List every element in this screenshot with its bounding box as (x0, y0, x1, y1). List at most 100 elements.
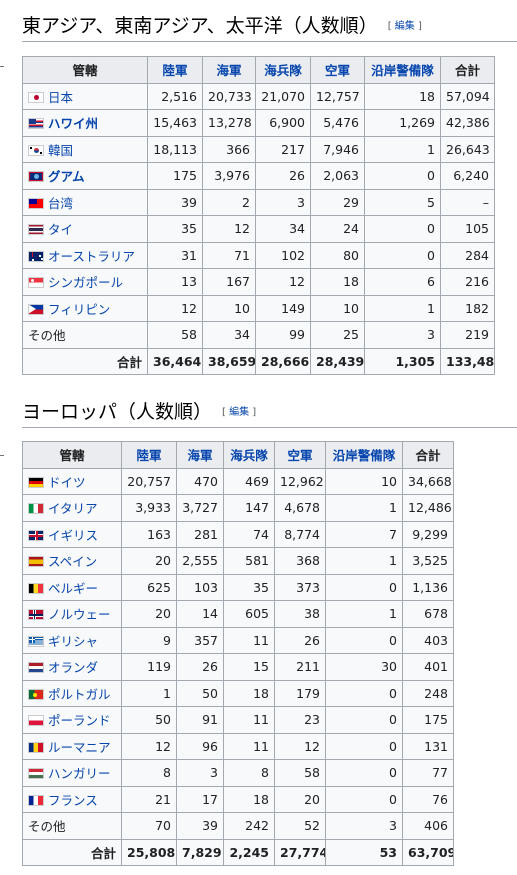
total-row: 合計 25,808 7,829 2,245 27,774 53 63,709 (22, 838, 454, 866)
jurisdiction-link[interactable]: 日本 (48, 90, 73, 105)
cell-marines: 605 (223, 600, 275, 628)
cell-marines: 242 (223, 812, 275, 840)
jurisdiction-link[interactable]: イタリア (48, 501, 98, 516)
cell-marines: 581 (223, 547, 275, 575)
cell-total: 9,299 (402, 520, 454, 548)
jurisdiction-link[interactable]: シンガポール (48, 275, 123, 290)
cell-army: 20 (121, 600, 177, 628)
jurisdiction-link[interactable]: ポルトガル (48, 687, 111, 702)
cell-total: 3,525 (402, 547, 454, 575)
cell-total: 678 (402, 600, 454, 628)
cell-total: 401 (402, 653, 454, 681)
cell-coast: 1,269 (364, 109, 441, 137)
total-coast: 53 (325, 838, 403, 866)
cell-navy: 20,733 (202, 82, 256, 110)
jurisdiction-link[interactable]: フランス (48, 793, 98, 808)
jurisdiction-cell: その他 (22, 812, 122, 840)
jurisdiction-link[interactable]: ハンガリー (48, 766, 111, 781)
jurisdiction-link[interactable]: 韓国 (48, 143, 73, 158)
jurisdiction-cell: ルーマニア (22, 732, 122, 760)
jurisdiction-cell: ドイツ (22, 467, 122, 495)
jurisdiction-link[interactable]: タイ (48, 222, 73, 237)
jurisdiction-link[interactable]: イギリス (48, 528, 98, 543)
cell-navy: 3 (176, 759, 224, 787)
total-label: 合計 (22, 838, 122, 866)
cell-air: 211 (274, 653, 326, 681)
cell-marines: 35 (223, 573, 275, 601)
table-row: ポーランド 50 91 11 23 0 175 (22, 706, 454, 734)
edit-link[interactable]: [ 編集 ] (388, 21, 422, 32)
jurisdiction-cell: イタリア (22, 494, 122, 522)
cell-coast: 1 (325, 547, 403, 575)
column-header-marines[interactable]: 海兵隊 (223, 441, 275, 469)
table-row: タイ 35 12 34 24 0 105 (22, 215, 495, 243)
cell-army: 58 (147, 321, 203, 349)
cell-navy: 167 (202, 268, 256, 296)
jurisdiction-link[interactable]: 台湾 (48, 196, 73, 211)
jurisdiction-link[interactable]: オランダ (48, 660, 98, 675)
table-row: オランダ 119 26 15 211 30 401 (22, 653, 454, 681)
column-header-coast-guard[interactable]: 沿岸警備隊 (364, 56, 441, 84)
cell-army: 175 (147, 162, 203, 190)
flag-singapore-icon (28, 277, 44, 289)
jurisdiction-link[interactable]: グアム (48, 169, 85, 184)
cell-marines: 99 (255, 321, 311, 349)
jurisdiction-link[interactable]: ハワイ州 (48, 116, 98, 131)
column-header-navy[interactable]: 海軍 (176, 441, 224, 469)
jurisdiction-cell: 日本 (22, 82, 148, 110)
jurisdiction-cell: イギリス (22, 520, 122, 548)
cell-coast: 7 (325, 520, 403, 548)
column-header-navy[interactable]: 海軍 (202, 56, 256, 84)
jurisdiction-link[interactable]: ノルウェー (48, 607, 111, 622)
cell-army: 625 (121, 573, 177, 601)
cell-army: 21 (121, 785, 177, 813)
cell-marines: 21,070 (255, 82, 311, 110)
total-total: 63,709 (402, 838, 454, 866)
column-header-army[interactable]: 陸軍 (121, 441, 177, 469)
flag-norway-icon (28, 609, 44, 621)
cell-army: 31 (147, 241, 203, 269)
column-header-marines[interactable]: 海兵隊 (255, 56, 311, 84)
column-header-jurisdiction: 管轄 (22, 441, 122, 469)
cell-navy: 71 (202, 241, 256, 269)
cell-army: 13 (147, 268, 203, 296)
jurisdiction-link[interactable]: ベルギー (48, 581, 98, 596)
column-header-air-force[interactable]: 空軍 (310, 56, 365, 84)
jurisdiction-cell: ノルウェー (22, 600, 122, 628)
table-row: 韓国 18,113 366 217 7,946 1 26,643 (22, 135, 495, 163)
table-row: フィリピン 12 10 149 10 1 182 (22, 294, 495, 322)
table-row: ベルギー 625 103 35 373 0 1,136 (22, 573, 454, 601)
cell-marines: 102 (255, 241, 311, 269)
column-header-coast-guard[interactable]: 沿岸警備隊 (325, 441, 403, 469)
jurisdiction-link[interactable]: ドイツ (48, 475, 86, 490)
jurisdiction-cell: 韓国 (22, 135, 148, 163)
cell-navy: 3,727 (176, 494, 224, 522)
jurisdiction-link[interactable]: ポーランド (48, 713, 111, 728)
cell-army: 15,463 (147, 109, 203, 137)
cell-coast: 3 (364, 321, 441, 349)
jurisdiction-link[interactable]: ルーマニア (48, 740, 111, 755)
cell-total: 131 (402, 732, 454, 760)
cell-total: 34,668 (402, 467, 454, 495)
table-row: ポルトガル 1 50 18 179 0 248 (22, 679, 454, 707)
asia-pacific-table: 管轄 陸軍 海軍 海兵隊 空軍 沿岸警備隊 合計 日本 2,516 20,733 21,070 12… (22, 56, 495, 375)
jurisdiction-link[interactable]: オーストラリア (48, 249, 135, 264)
cell-navy: 470 (176, 467, 224, 495)
flag-belgium-icon (28, 582, 44, 594)
cell-marines: 469 (223, 467, 275, 495)
edit-link[interactable]: [ 編集 ] (222, 407, 256, 418)
column-header-total: 合計 (402, 441, 454, 469)
cell-navy: 3,976 (202, 162, 256, 190)
jurisdiction-link[interactable]: フィリピン (48, 302, 110, 317)
jurisdiction-cell: ポルトガル (22, 679, 122, 707)
cell-marines: 74 (223, 520, 275, 548)
total-army: 36,464 (147, 347, 203, 375)
cell-air: 373 (274, 573, 326, 601)
column-header-air-force[interactable]: 空軍 (274, 441, 326, 469)
cell-marines: 34 (255, 215, 311, 243)
jurisdiction-link[interactable]: ギリシャ (48, 634, 98, 649)
header-row: 管轄 陸軍 海軍 海兵隊 空軍 沿岸警備隊 合計 (22, 56, 495, 84)
cell-coast: 6 (364, 268, 441, 296)
column-header-army[interactable]: 陸軍 (147, 56, 203, 84)
jurisdiction-link[interactable]: スペイン (48, 554, 97, 569)
